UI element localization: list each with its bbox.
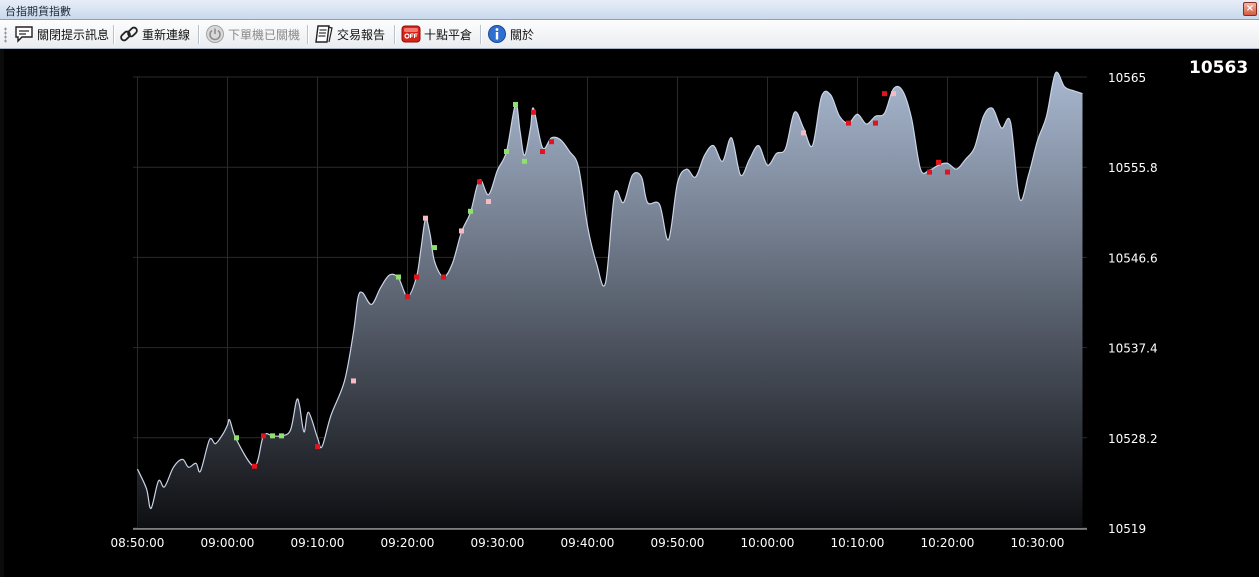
off-icon bbox=[401, 25, 421, 43]
x-tick-label: 09:10:00 bbox=[291, 536, 345, 550]
toolbar-item-label: 重新連線 bbox=[142, 27, 191, 42]
toolbar-separator bbox=[198, 25, 200, 44]
trade-marker bbox=[945, 169, 950, 175]
trade-marker bbox=[549, 139, 554, 145]
about-button[interactable]: 關於 bbox=[487, 23, 534, 45]
power-icon bbox=[206, 25, 224, 43]
window-title: 台指期貨指數 bbox=[5, 5, 71, 18]
trade-marker bbox=[540, 149, 545, 155]
trade-marker bbox=[270, 433, 275, 439]
x-tick-label: 09:40:00 bbox=[561, 536, 615, 550]
report-icon bbox=[315, 25, 333, 43]
toolbar-grip[interactable] bbox=[4, 27, 7, 43]
trade-marker bbox=[315, 444, 320, 450]
trade-marker bbox=[234, 435, 239, 441]
trade-marker bbox=[432, 245, 437, 251]
toolbar: 關閉提示訊息 重新連線 下單機已關機 交易報告 十點平倉 關於 bbox=[0, 20, 1259, 49]
price-area bbox=[137, 72, 1083, 528]
link-icon bbox=[120, 26, 138, 42]
trade-marker bbox=[513, 101, 518, 107]
close-icon: × bbox=[1245, 3, 1255, 14]
toolbar-separator bbox=[307, 25, 309, 44]
toolbar-item-label: 交易報告 bbox=[337, 27, 386, 42]
trade-marker bbox=[522, 158, 527, 164]
title-bar: 台指期貨指數 × bbox=[0, 0, 1259, 20]
x-tick-label: 09:50:00 bbox=[651, 536, 705, 550]
x-tick-label: 10:20:00 bbox=[921, 536, 975, 550]
trade-marker bbox=[441, 274, 446, 280]
ten-oclock-close-button[interactable]: 十點平倉 bbox=[401, 23, 472, 45]
y-tick-label: 10537.4 bbox=[1108, 342, 1158, 356]
trade-marker bbox=[414, 274, 419, 280]
x-tick-label: 10:10:00 bbox=[831, 536, 885, 550]
trade-marker bbox=[396, 274, 401, 280]
trade-marker bbox=[873, 120, 878, 126]
toolbar-separator bbox=[480, 25, 482, 44]
last-price: 10563 bbox=[1189, 58, 1249, 78]
toolbar-item-label: 關閉提示訊息 bbox=[37, 27, 110, 42]
chat-bubble-icon bbox=[15, 26, 33, 43]
trade-marker bbox=[423, 215, 428, 221]
trade-marker bbox=[468, 208, 473, 214]
y-tick-label: 10546.6 bbox=[1108, 251, 1158, 265]
toolbar-separator bbox=[394, 25, 396, 44]
trade-marker bbox=[279, 433, 284, 439]
trade-report-button[interactable]: 交易報告 bbox=[314, 23, 385, 45]
toolbar-item-label: 關於 bbox=[510, 27, 535, 42]
dismiss-notifications-button[interactable]: 關閉提示訊息 bbox=[14, 23, 109, 45]
x-tick-label: 09:20:00 bbox=[381, 536, 435, 550]
trade-marker bbox=[936, 159, 941, 165]
trade-marker bbox=[261, 433, 266, 439]
reconnect-button[interactable]: 重新連線 bbox=[119, 23, 190, 45]
trade-marker bbox=[351, 378, 356, 384]
x-tick-label: 10:30:00 bbox=[1011, 536, 1065, 550]
trade-marker bbox=[405, 294, 410, 300]
trade-marker bbox=[477, 179, 482, 185]
y-tick-label: 10565 bbox=[1108, 71, 1146, 85]
price-chart-svg: 08:50:00 09:00:00 09:10:00 09:20:00 09:30:00… bbox=[111, 71, 1158, 550]
order-machine-status-button[interactable]: 下單機已關機 bbox=[205, 23, 300, 45]
trade-marker bbox=[882, 91, 887, 97]
trade-marker bbox=[531, 109, 536, 115]
trade-marker bbox=[459, 228, 464, 234]
trade-marker bbox=[252, 463, 257, 469]
trade-marker bbox=[486, 199, 491, 205]
trade-marker bbox=[927, 169, 932, 175]
close-button[interactable]: × bbox=[1243, 2, 1257, 16]
x-tick-label: 08:50:00 bbox=[111, 536, 165, 550]
trade-marker bbox=[846, 120, 851, 126]
x-tick-label: 09:00:00 bbox=[201, 536, 255, 550]
x-tick-label: 09:30:00 bbox=[471, 536, 525, 550]
trade-marker bbox=[504, 149, 509, 155]
x-tick-label: 10:00:00 bbox=[741, 536, 795, 550]
trade-marker bbox=[891, 91, 896, 97]
toolbar-item-label: 下單機已關機 bbox=[228, 27, 301, 42]
toolbar-separator bbox=[113, 25, 115, 44]
y-tick-label: 10555.8 bbox=[1108, 161, 1158, 175]
y-tick-label: 10528.2 bbox=[1108, 432, 1158, 446]
price-chart: 08:50:00 09:00:00 09:10:00 09:20:00 09:30:00… bbox=[0, 49, 1259, 577]
toolbar-item-label: 十點平倉 bbox=[424, 27, 473, 42]
trade-marker bbox=[801, 130, 806, 136]
y-tick-label: 10519 bbox=[1108, 522, 1146, 536]
info-icon bbox=[488, 25, 506, 43]
